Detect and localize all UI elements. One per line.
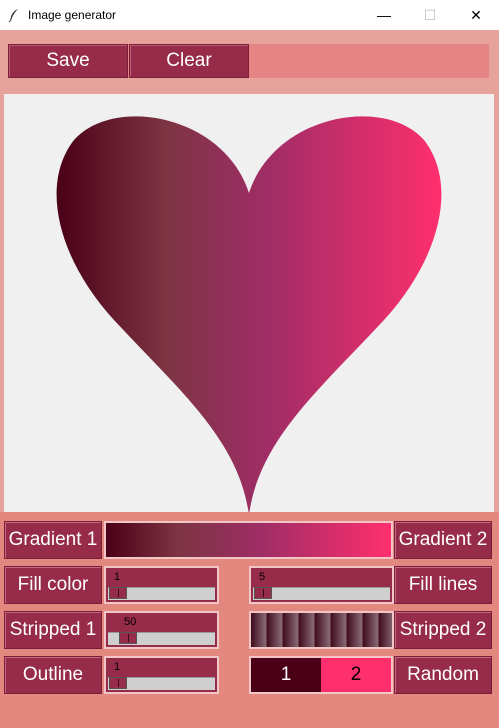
close-icon[interactable]: ✕ <box>453 0 499 30</box>
slider-value: 5 <box>259 571 266 583</box>
heart-shape <box>56 116 442 515</box>
slider-trough[interactable] <box>253 587 390 600</box>
title-bar: Image generator — ☐ ✕ <box>0 0 499 30</box>
stripes-preview <box>249 611 394 649</box>
slider-thumb[interactable] <box>109 677 127 689</box>
fill-color-slider[interactable]: 1 <box>104 566 219 604</box>
minimize-icon[interactable]: — <box>361 0 407 30</box>
random-button[interactable]: Random <box>394 656 492 694</box>
gradient1-button[interactable]: Gradient 1 <box>4 521 102 559</box>
slider-thumb[interactable] <box>254 587 272 599</box>
gradient2-button[interactable]: Gradient 2 <box>394 521 492 559</box>
slider-trough[interactable] <box>108 677 215 690</box>
stripped1-button[interactable]: Stripped 1 <box>4 611 102 649</box>
color-swatch-2[interactable]: 2 <box>321 656 393 694</box>
drawing-canvas[interactable] <box>4 94 494 515</box>
outline-button[interactable]: Outline <box>4 656 102 694</box>
color-swatch-1[interactable]: 1 <box>249 656 321 694</box>
slider-thumb[interactable] <box>109 587 127 599</box>
fill-lines-slider[interactable]: 5 <box>249 566 394 604</box>
slider-value: 50 <box>124 616 137 628</box>
slider-value: 1 <box>114 571 121 583</box>
fill-color-button[interactable]: Fill color <box>4 566 102 604</box>
window-title: Image generator <box>28 8 117 22</box>
fill-lines-button[interactable]: Fill lines <box>394 566 492 604</box>
clear-button[interactable]: Clear <box>129 44 249 78</box>
slider-thumb[interactable] <box>119 632 137 644</box>
gradient-preview <box>104 521 393 559</box>
stripped2-button[interactable]: Stripped 2 <box>394 611 492 649</box>
maximize-icon[interactable]: ☐ <box>407 0 453 30</box>
outline-slider[interactable]: 1 <box>104 656 219 694</box>
slider-trough[interactable] <box>108 587 215 600</box>
slider-value: 1 <box>114 661 121 673</box>
feather-icon <box>8 8 22 22</box>
toolbar: Save Clear <box>8 44 489 78</box>
slider-trough[interactable] <box>108 632 215 645</box>
save-button[interactable]: Save <box>8 44 128 78</box>
stripped1-slider[interactable]: 50 <box>104 611 219 649</box>
